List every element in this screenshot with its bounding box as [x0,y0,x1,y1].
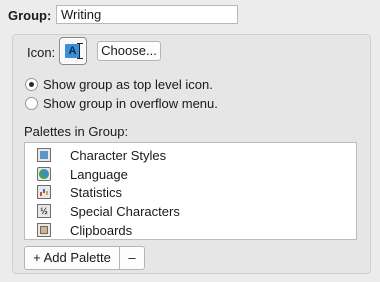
list-item[interactable]: Language [37,165,128,183]
group-name-input[interactable] [56,5,238,24]
palettes-in-group-label: Palettes in Group: [24,124,129,139]
group-icon-well[interactable]: A [59,37,87,65]
radio-button[interactable] [25,96,38,110]
radio-overflow-menu[interactable]: Show group in overflow menu. [25,95,218,111]
character-styles-icon [37,148,51,162]
list-item-label: Language [70,166,128,182]
list-item-label: Special Characters [70,203,180,219]
add-palette-button[interactable]: + Add Palette [24,246,120,270]
special-characters-icon: ½ [37,204,51,218]
icon-label: Icon: [27,45,56,60]
radio-button-selected[interactable] [25,77,38,91]
list-item-label: Statistics [70,184,123,200]
remove-palette-button[interactable]: – [119,246,145,270]
list-item[interactable]: Clipboards [37,221,132,239]
list-item[interactable]: ½ Special Characters [37,202,180,220]
list-item-label: Character Styles [70,147,167,163]
language-globe-icon [37,167,51,181]
choose-icon-button[interactable]: Choose... [97,41,161,61]
radio-label: Show group in overflow menu. [43,95,218,111]
text-cursor-icon [77,43,83,59]
list-item[interactable]: Statistics [37,183,122,201]
statistics-chart-icon [37,185,51,199]
list-item[interactable]: Character Styles [37,146,166,164]
group-label: Group: [8,8,52,23]
radio-top-level-icon[interactable]: Show group as top level icon. [25,76,213,92]
clipboards-icon [37,223,51,237]
list-item-label: Clipboards [70,222,133,238]
radio-label: Show group as top level icon. [43,76,213,92]
group-icon-preview: A [65,44,80,58]
palettes-list[interactable]: Character Styles Language Statistics ½ S… [24,142,357,240]
